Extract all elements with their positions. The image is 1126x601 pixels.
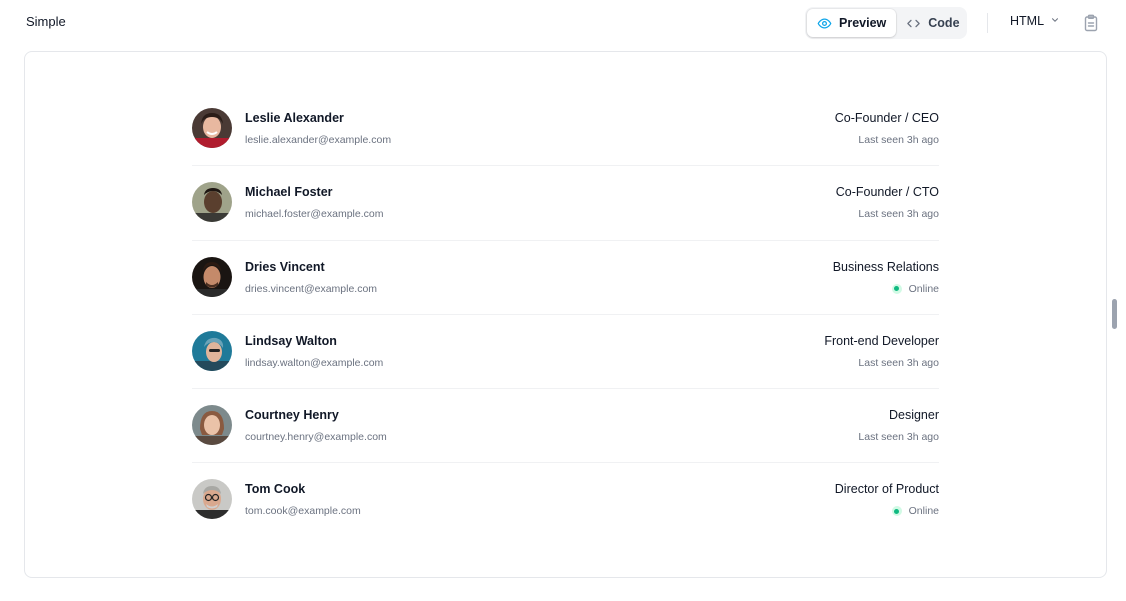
person-role: Co-Founder / CEO (834, 111, 939, 125)
avatar (192, 479, 232, 520)
language-select[interactable]: HTML (1010, 14, 1060, 28)
avatar (192, 182, 232, 223)
status-dot-icon (891, 506, 902, 517)
person-role: Front-end Developer (824, 333, 939, 348)
list-item: Michael Foster michael.foster@example.co… (192, 166, 939, 241)
list-item: Lindsay Walton lindsay.walton@example.co… (192, 315, 939, 390)
person-role: Business Relations (832, 259, 939, 274)
code-tab-label: Code (928, 16, 960, 30)
language-select-value: HTML (1010, 14, 1045, 28)
toolbar-divider (987, 13, 988, 33)
person-name: Lindsay Walton (245, 333, 337, 348)
chevron-down-icon (1050, 14, 1060, 28)
status-text: Last seen 3h ago (858, 208, 939, 221)
top-bar: Simple Preview Code HTML (0, 0, 1126, 46)
person-email: dries.vincent@example.com (245, 282, 378, 295)
status-text: Online (908, 282, 939, 295)
person-email: leslie.alexander@example.com (245, 134, 392, 146)
person-name: Tom Cook (245, 482, 306, 497)
person-email: michael.foster@example.com (245, 208, 384, 221)
list-item: Leslie Alexander leslie.alexander@exampl… (192, 92, 939, 167)
status-text: Last seen 3h ago (858, 431, 939, 444)
person-name: Courtney Henry (245, 408, 339, 423)
status-dot-icon (891, 283, 902, 294)
list-item: Dries Vincent dries.vincent@example.com … (192, 241, 939, 315)
avatar (192, 108, 232, 148)
avatar (192, 256, 232, 297)
person-status: Online (891, 282, 939, 295)
person-role: Co-Founder / CTO (835, 185, 939, 200)
person-name: Michael Foster (245, 185, 333, 200)
status-text: Online (908, 505, 939, 518)
eye-icon (817, 16, 832, 31)
person-role: Designer (888, 408, 939, 423)
clipboard-icon (1083, 14, 1099, 36)
code-icon (906, 16, 921, 31)
avatar (192, 405, 232, 446)
preview-tab-label: Preview (839, 16, 887, 30)
avatar (192, 330, 232, 371)
person-role: Director of Product (834, 482, 939, 497)
view-toggle: Preview Code (805, 7, 967, 39)
preview-tab[interactable]: Preview (807, 9, 897, 37)
list-item: Courtney Henry courtney.henry@example.co… (192, 389, 939, 464)
people-list: Leslie Alexander leslie.alexander@exampl… (192, 92, 939, 538)
scrollbar-thumb[interactable] (1112, 299, 1117, 329)
person-status: Online (891, 505, 939, 518)
person-status: Last seen 3h ago (858, 208, 939, 220)
person-email: lindsay.walton@example.com (245, 356, 384, 369)
person-status: Last seen 3h ago (858, 134, 939, 146)
code-tab[interactable]: Code (896, 9, 969, 37)
person-email: courtney.henry@example.com (245, 431, 387, 444)
person-email: tom.cook@example.com (245, 505, 361, 518)
status-text: Last seen 3h ago (858, 356, 939, 369)
person-status: Last seen 3h ago (858, 357, 939, 369)
page-title: Simple (26, 14, 66, 29)
copy-button[interactable] (1083, 14, 1099, 32)
status-text: Last seen 3h ago (858, 134, 939, 146)
list-item: Tom Cook tom.cook@example.com Director o… (192, 463, 939, 537)
person-status: Last seen 3h ago (858, 431, 939, 443)
person-name: Leslie Alexander (245, 111, 344, 125)
person-name: Dries Vincent (245, 259, 325, 274)
